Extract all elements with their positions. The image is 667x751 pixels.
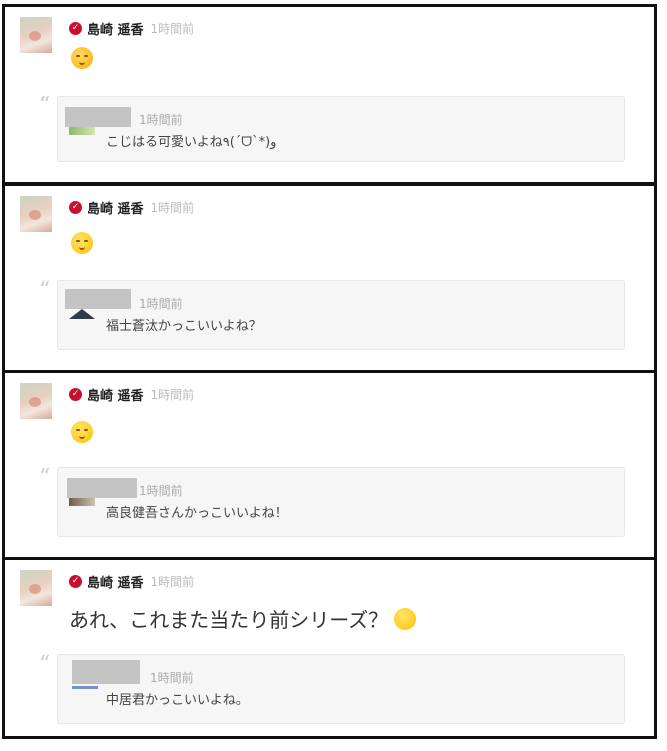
quoted-user-avatar (72, 660, 140, 684)
quoted-comment[interactable]: 1時間前 こじはる可愛いよね٩(ˊᗜˋ*)و (57, 96, 625, 162)
quote-mark-icon: “ (39, 278, 51, 303)
quoted-user-avatar (65, 289, 131, 309)
author-name[interactable]: 島崎 遥香 (87, 385, 144, 404)
verified-badge-icon: ✓ (69, 387, 82, 401)
quoted-user-avatar-image (69, 498, 95, 506)
quoted-text: 福士蒼汰かっこいいよね？ (106, 319, 262, 334)
quoted-user-avatar-image (69, 309, 95, 319)
quoted-time: 1時間前 (139, 113, 183, 127)
post-card: ✓ 島崎 遥香 1時間前 “ 1時間前 福士蒼汰かっこいいよね？ (2, 183, 657, 373)
quoted-user-avatar (65, 107, 131, 127)
post-time: 1時間前 (150, 200, 195, 215)
post-header: ✓ 島崎 遥香 1時間前 (69, 572, 195, 591)
quoted-user-avatar-image (72, 686, 98, 689)
quoted-time: 1時間前 (150, 671, 194, 685)
post-card: ✓ 島崎 遥香 1時間前 あれ、これまた当たり前シリーズ？ “ 1時間前 中居君… (2, 557, 657, 739)
quote-mark-icon: “ (39, 652, 51, 677)
quoted-comment[interactable]: 1時間前 中居君かっこいいよね。 (57, 654, 625, 724)
author-avatar[interactable] (20, 17, 52, 53)
author-name[interactable]: 島崎 遥香 (87, 572, 144, 591)
quoted-comment[interactable]: 1時間前 福士蒼汰かっこいいよね？ (57, 280, 625, 350)
author-avatar[interactable] (20, 570, 52, 606)
post-card: ✓ 島崎 遥香 1時間前 “ 1時間前 高良健吾さんかっこいいよね！ (2, 370, 657, 560)
author-name[interactable]: 島崎 遥香 (87, 19, 144, 38)
quoted-time: 1時間前 (139, 297, 183, 311)
post-body-text: あれ、これまた当たり前シリーズ？ (69, 608, 389, 632)
quoted-text: 高良健吾さんかっこいいよね！ (106, 506, 288, 521)
post-body: あれ、これまた当たり前シリーズ？ (69, 604, 417, 633)
quoted-user-avatar-image (69, 127, 95, 135)
author-name[interactable]: 島崎 遥香 (87, 198, 144, 217)
author-avatar[interactable] (20, 196, 52, 232)
smile-emoji-icon (71, 421, 93, 443)
smile-emoji-icon (71, 47, 93, 69)
quoted-text: 中居君かっこいいよね。 (106, 693, 249, 708)
verified-badge-icon: ✓ (69, 21, 82, 35)
post-time: 1時間前 (150, 574, 195, 589)
quote-mark-icon: “ (39, 465, 51, 490)
post-card: ✓ 島崎 遥香 1時間前 “ 1時間前 こじはる可愛いよね٩(ˊᗜˋ*)و (2, 4, 657, 185)
quoted-text: こじはる可愛いよね٩(ˊᗜˋ*)و (106, 135, 277, 150)
verified-badge-icon: ✓ (69, 574, 82, 588)
quoted-time: 1時間前 (139, 484, 183, 498)
smile-emoji-icon (71, 232, 93, 254)
post-time: 1時間前 (150, 21, 195, 36)
post-header: ✓ 島崎 遥香 1時間前 (69, 19, 195, 38)
verified-badge-icon: ✓ (69, 200, 82, 214)
post-header: ✓ 島崎 遥香 1時間前 (69, 385, 195, 404)
author-avatar[interactable] (20, 383, 52, 419)
smile-emoji-icon (394, 607, 417, 630)
post-time: 1時間前 (150, 387, 195, 402)
quoted-user-avatar (67, 478, 137, 498)
quoted-comment[interactable]: 1時間前 高良健吾さんかっこいいよね！ (57, 467, 625, 537)
post-header: ✓ 島崎 遥香 1時間前 (69, 198, 195, 217)
quote-mark-icon: “ (39, 93, 51, 118)
